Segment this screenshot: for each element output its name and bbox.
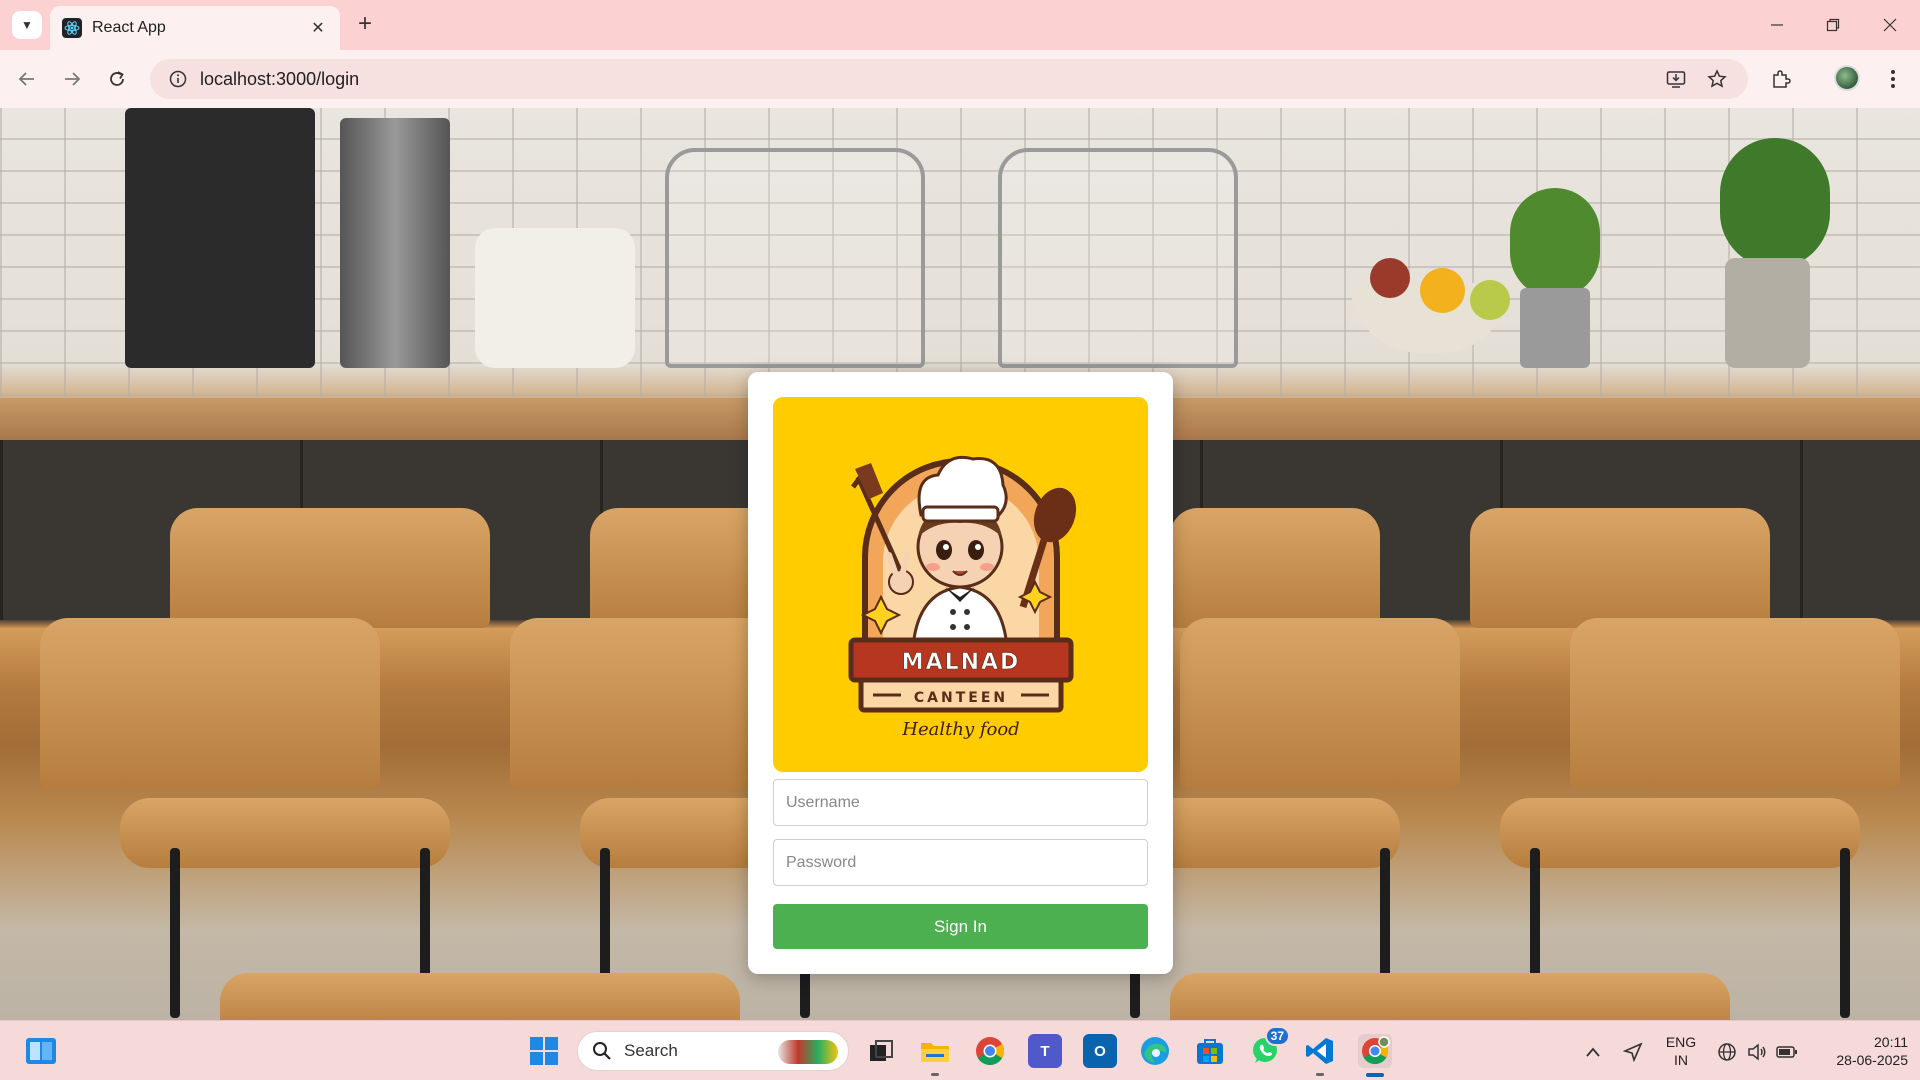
running-indicator	[931, 1073, 939, 1076]
search-highlight-image	[778, 1040, 838, 1064]
logo-sub-text: CANTEEN	[914, 690, 1008, 706]
username-input[interactable]	[773, 779, 1148, 826]
plant-pot-image	[1520, 288, 1590, 368]
battery-icon[interactable]	[1776, 1041, 1798, 1063]
teams-icon[interactable]: T	[1028, 1034, 1062, 1068]
browser-tab-active[interactable]: React App ✕	[50, 6, 340, 50]
malnad-canteen-logo: MALNAD CANTEEN Healthy food	[773, 397, 1148, 772]
chair-image	[170, 508, 490, 628]
plant-pot-image	[1725, 258, 1810, 368]
password-input[interactable]	[773, 839, 1148, 886]
whatsapp-icon[interactable]: 37	[1248, 1026, 1290, 1068]
clock[interactable]: 20:11 28-06-2025	[1812, 1033, 1908, 1069]
address-bar[interactable]: localhost:3000/login	[150, 59, 1748, 99]
browser-tabbar: ▼ React App ✕ +	[0, 0, 1920, 50]
chair-image	[1180, 618, 1460, 788]
search-label: Search	[624, 1041, 678, 1060]
coffee-dispenser-image	[340, 118, 450, 368]
chef-logo-illustration: MALNAD CANTEEN Healthy food	[848, 455, 1077, 740]
chair-image	[1170, 508, 1380, 628]
sign-in-button[interactable]: Sign In	[773, 904, 1148, 949]
install-app-icon[interactable]	[1661, 64, 1691, 94]
show-hidden-icons-chevron-icon[interactable]	[1582, 1041, 1604, 1063]
site-info-icon[interactable]	[156, 70, 200, 88]
chair-back-foreground	[220, 973, 740, 1020]
profile-avatar[interactable]	[1834, 65, 1860, 91]
volume-icon[interactable]	[1746, 1041, 1768, 1063]
page-viewport: MALNAD CANTEEN Healthy food Sign In	[0, 108, 1920, 1020]
clock-date: 28-06-2025	[1836, 1052, 1908, 1068]
cups-image	[475, 228, 635, 368]
bookmark-star-icon[interactable]	[1702, 64, 1732, 94]
pastry-display-left-image	[665, 148, 925, 368]
network-globe-icon[interactable]	[1716, 1041, 1738, 1063]
fruit-image	[1370, 258, 1410, 298]
input-language-indicator[interactable]: ENG IN	[1660, 1033, 1702, 1069]
logo-brand-text: MALNAD	[902, 650, 1021, 675]
browser-menu-icon[interactable]	[1880, 62, 1906, 96]
restore-icon[interactable]	[1805, 8, 1861, 42]
extensions-puzzle-icon[interactable]	[1766, 64, 1796, 94]
running-indicator	[1316, 1073, 1324, 1076]
minimize-icon[interactable]	[1749, 8, 1805, 42]
pastry-display-right-image	[998, 148, 1238, 368]
chair-image	[1570, 618, 1900, 788]
reload-icon[interactable]	[102, 64, 132, 94]
tab-search-chevron-icon[interactable]: ▼	[12, 11, 42, 39]
clock-time: 20:11	[1874, 1034, 1908, 1050]
whatsapp-unread-badge: 37	[1264, 1026, 1290, 1046]
chair-leg	[170, 848, 180, 1018]
plant-image	[1510, 188, 1600, 298]
vscode-icon[interactable]	[1303, 1034, 1337, 1076]
chair-back-foreground	[1170, 973, 1730, 1020]
language-code: ENG	[1665, 1034, 1697, 1050]
forward-arrow-icon[interactable]	[57, 64, 87, 94]
coffee-machine-image	[125, 108, 315, 368]
browser-toolbar: localhost:3000/login	[0, 50, 1920, 108]
new-tab-button[interactable]: +	[352, 12, 378, 38]
store-icon[interactable]	[1193, 1034, 1227, 1068]
chair-leg	[1840, 848, 1850, 1018]
outlook-icon[interactable]: O	[1083, 1034, 1117, 1068]
language-region: IN	[1674, 1052, 1688, 1068]
search-icon	[593, 1042, 611, 1060]
fruit-image	[1470, 280, 1510, 320]
taskbar-search-box[interactable]: Search	[577, 1031, 849, 1071]
start-icon[interactable]	[527, 1034, 561, 1068]
chair-image	[1470, 508, 1770, 628]
chair-image	[40, 618, 380, 788]
tab-title: React App	[92, 19, 166, 36]
fruit-image	[1420, 268, 1465, 313]
active-indicator	[1366, 1073, 1384, 1077]
react-favicon-icon	[62, 18, 82, 38]
logo-tagline-text: Healthy food	[901, 719, 1019, 740]
chrome-icon[interactable]	[973, 1034, 1007, 1068]
chair-seat-image	[1500, 798, 1860, 868]
widgets-icon[interactable]	[24, 1034, 58, 1068]
back-arrow-icon[interactable]	[12, 64, 42, 94]
task-view-icon[interactable]	[864, 1034, 898, 1068]
login-card: MALNAD CANTEEN Healthy food Sign In	[748, 372, 1173, 974]
plant-image	[1720, 138, 1830, 268]
edge-icon[interactable]	[1138, 1034, 1172, 1068]
url-text[interactable]: localhost:3000/login	[200, 69, 359, 90]
location-arrow-icon[interactable]	[1622, 1041, 1644, 1063]
chrome-profile-icon[interactable]	[1358, 1034, 1392, 1077]
windows-taskbar: Search T O 37 ENG IN 20:11 28-06-2025	[0, 1020, 1920, 1080]
file-explorer-icon[interactable]	[918, 1034, 952, 1076]
close-window-icon[interactable]	[1862, 8, 1918, 42]
tab-close-icon[interactable]: ✕	[308, 18, 328, 38]
